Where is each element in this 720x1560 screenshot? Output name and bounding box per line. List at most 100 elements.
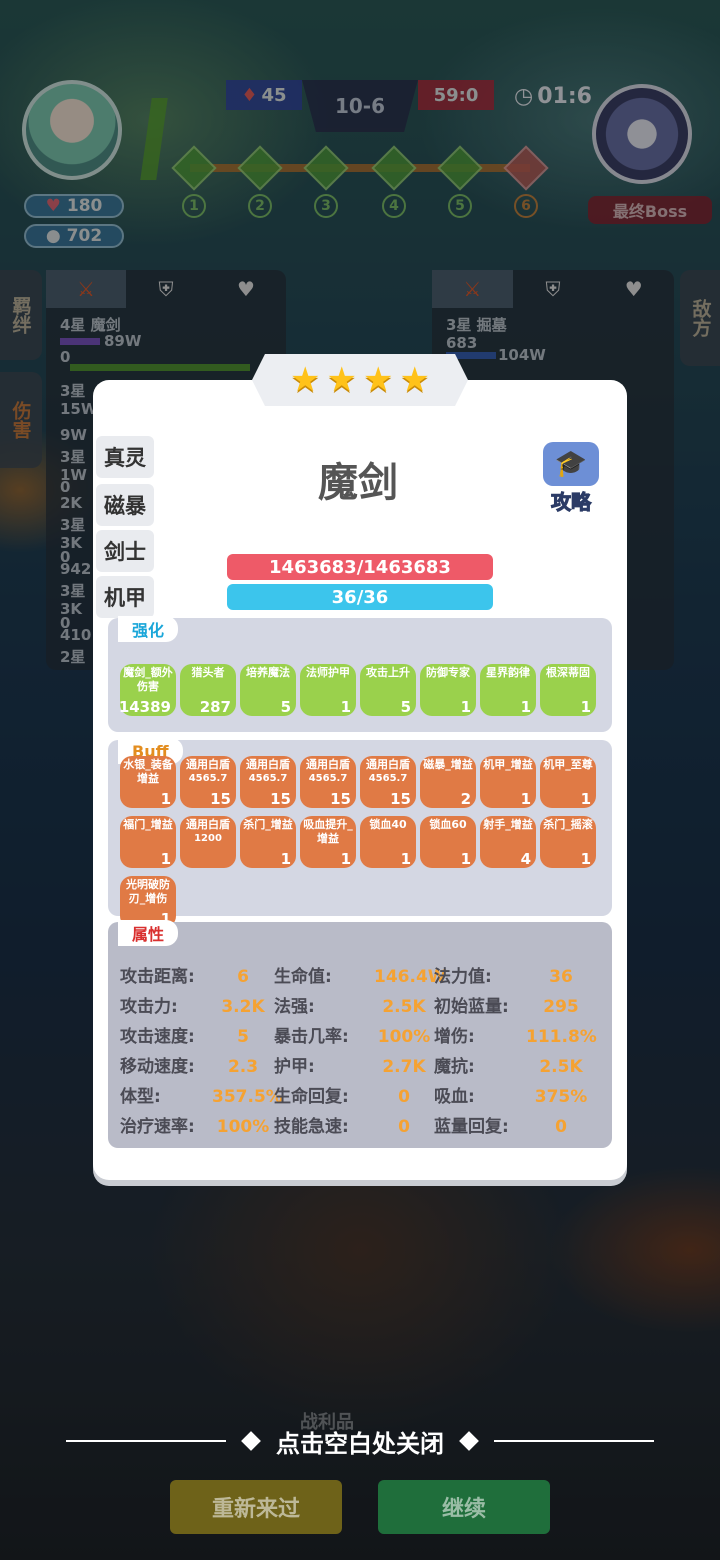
chip-sub-value: 4565.7 xyxy=(248,773,288,784)
attribute-label: 生命值: xyxy=(274,967,332,987)
attribute-value: 111.8% xyxy=(526,1027,597,1047)
unit-mana-bar: 36/36 xyxy=(227,584,493,610)
chip-name: 锁血40 xyxy=(369,818,407,831)
buff-chip[interactable]: 磁暴_增益 2 xyxy=(420,756,476,808)
chip-value: 1 xyxy=(160,850,171,868)
chip-value: 1 xyxy=(520,790,531,808)
enhance-chip[interactable]: 星界韵律 1 xyxy=(480,664,536,716)
buff-chip[interactable]: 吸血提升_增益 1 xyxy=(300,816,356,868)
chip-name: 吸血提升_增益 xyxy=(303,818,353,845)
enhance-chip[interactable]: 根深蒂固 1 xyxy=(540,664,596,716)
chip-name: 机甲_增益 xyxy=(483,758,533,771)
buff-chip[interactable]: 机甲_至尊 1 xyxy=(540,756,596,808)
chip-sub-value: 1200 xyxy=(194,833,222,844)
buff-chip[interactable]: 锁血40 1 xyxy=(360,816,416,868)
attribute-value: 0 xyxy=(555,1117,567,1137)
attribute-label: 治疗速率: xyxy=(120,1117,195,1137)
attribute-value: 36 xyxy=(549,967,573,987)
attribute-value: 2.5K xyxy=(382,997,426,1017)
buff-chip[interactable]: 通用白盾 4565.7 15 xyxy=(180,756,236,808)
trait-tab[interactable]: 真灵 xyxy=(96,436,154,478)
buff-chip[interactable]: 机甲_增益 1 xyxy=(480,756,536,808)
enhance-chip[interactable]: 魔剑_额外伤害 14389 xyxy=(118,664,176,716)
buff-chip[interactable]: 锁血60 1 xyxy=(420,816,476,868)
buff-chip[interactable]: 杀门_摇滚 1 xyxy=(540,816,596,868)
unit-name: 魔剑 xyxy=(318,460,398,506)
trait-tab[interactable]: 剑士 xyxy=(96,530,154,572)
chip-value: 1 xyxy=(340,698,351,716)
chip-name: 锁血60 xyxy=(429,818,467,831)
attribute-value: 6 xyxy=(237,967,249,987)
unit-star-rating: ★ ★ ★ ★ xyxy=(252,354,468,406)
attribute-value: 2.5K xyxy=(539,1057,583,1077)
enhance-chip[interactable]: 攻击上升 5 xyxy=(360,664,416,716)
attribute-value: 0 xyxy=(398,1117,410,1137)
chip-value: 5 xyxy=(280,698,291,716)
attribute-label: 魔抗: xyxy=(434,1057,475,1077)
star-icon: ★ xyxy=(290,360,321,400)
chip-value: 15 xyxy=(270,790,291,808)
attribute-label: 攻击速度: xyxy=(120,1027,195,1047)
enhance-chip[interactable]: 培养魔法 5 xyxy=(240,664,296,716)
buff-chip[interactable]: 水银_装备增益 1 xyxy=(120,756,176,808)
attribute-value: 357.5% xyxy=(212,1087,283,1107)
attribute-label: 吸血: xyxy=(434,1087,475,1107)
buff-list: 福门_增益 1 通用白盾 1200 杀门_增益 1 吸血提升_增益 1 锁血40 1 锁血60 1 射手… xyxy=(120,816,596,868)
chip-value: 14389 xyxy=(118,698,171,716)
chip-name: 通用白盾 xyxy=(306,758,350,771)
buff-chip[interactable]: 通用白盾 4565.7 15 xyxy=(360,756,416,808)
trait-tab[interactable]: 机甲 xyxy=(96,576,154,618)
chip-value: 4 xyxy=(520,850,531,868)
attribute-label: 法力值: xyxy=(434,967,492,987)
divider-line xyxy=(66,1440,226,1442)
attribute-value: 100% xyxy=(216,1117,270,1137)
buff-chip[interactable]: 通用白盾 4565.7 15 xyxy=(240,756,296,808)
divider-line xyxy=(494,1440,654,1442)
guide-button[interactable]: 🎓 攻略 xyxy=(536,442,606,515)
attribute-value: 146.4W xyxy=(374,967,447,987)
chip-name: 通用白盾 xyxy=(366,758,410,771)
chip-sub-value: 4565.7 xyxy=(368,773,408,784)
chip-name: 机甲_至尊 xyxy=(543,758,593,771)
unit-hp-bar: 1463683/1463683 xyxy=(227,554,493,580)
chip-name: 通用白盾 xyxy=(186,758,230,771)
chip-value: 1 xyxy=(580,698,591,716)
buff-chip[interactable]: 福门_增益 1 xyxy=(120,816,176,868)
attributes-grid: 攻击距离: 6 生命值: 146.4W 法力值: 36 攻击力: 3.2K 法强: 2.5K 初始蓝… xyxy=(120,968,600,1137)
enhance-chip[interactable]: 猎头者 287 xyxy=(180,664,236,716)
chip-value: 2 xyxy=(460,790,471,808)
chip-name: 防御专家 xyxy=(426,666,470,679)
enhance-label: 强化 xyxy=(118,616,179,642)
chip-name: 攻击上升 xyxy=(366,666,410,679)
buff-chip[interactable]: 通用白盾 1200 xyxy=(180,816,236,868)
chip-name: 杀门_摇滚 xyxy=(543,818,593,831)
attribute-label: 法强: xyxy=(274,997,315,1017)
chip-name: 水银_装备增益 xyxy=(123,758,173,785)
attribute-label: 增伤: xyxy=(434,1027,475,1047)
continue-button[interactable]: 继续 xyxy=(378,1480,550,1534)
chip-value: 287 xyxy=(199,698,231,716)
close-hint-text: 点击空白处关闭 xyxy=(276,1429,444,1458)
chip-value: 1 xyxy=(340,850,351,868)
graduation-cap-icon: 🎓 xyxy=(543,442,599,486)
chip-value: 1 xyxy=(460,698,471,716)
attribute-label: 蓝量回复: xyxy=(434,1117,509,1137)
trait-tab[interactable]: 磁暴 xyxy=(96,484,154,526)
chip-name: 培养魔法 xyxy=(246,666,290,679)
chip-value: 1 xyxy=(520,698,531,716)
guide-label: 攻略 xyxy=(551,490,592,515)
chip-name: 福门_增益 xyxy=(123,818,173,831)
enhance-chip[interactable]: 法师护甲 1 xyxy=(300,664,356,716)
chip-value: 1 xyxy=(400,850,411,868)
close-hint[interactable]: 点击空白处关闭 xyxy=(0,1424,720,1458)
attribute-value: 295 xyxy=(543,997,579,1017)
retry-button[interactable]: 重新来过 xyxy=(170,1480,342,1534)
attribute-value: 0 xyxy=(398,1087,410,1107)
attributes-label: 属性 xyxy=(118,920,179,946)
buff-chip[interactable]: 通用白盾 4565.7 15 xyxy=(300,756,356,808)
buff-chip[interactable]: 射手_增益 4 xyxy=(480,816,536,868)
chip-sub-value: 4565.7 xyxy=(308,773,348,784)
chip-name: 杀门_增益 xyxy=(243,818,293,831)
enhance-chip[interactable]: 防御专家 1 xyxy=(420,664,476,716)
buff-chip[interactable]: 杀门_增益 1 xyxy=(240,816,296,868)
